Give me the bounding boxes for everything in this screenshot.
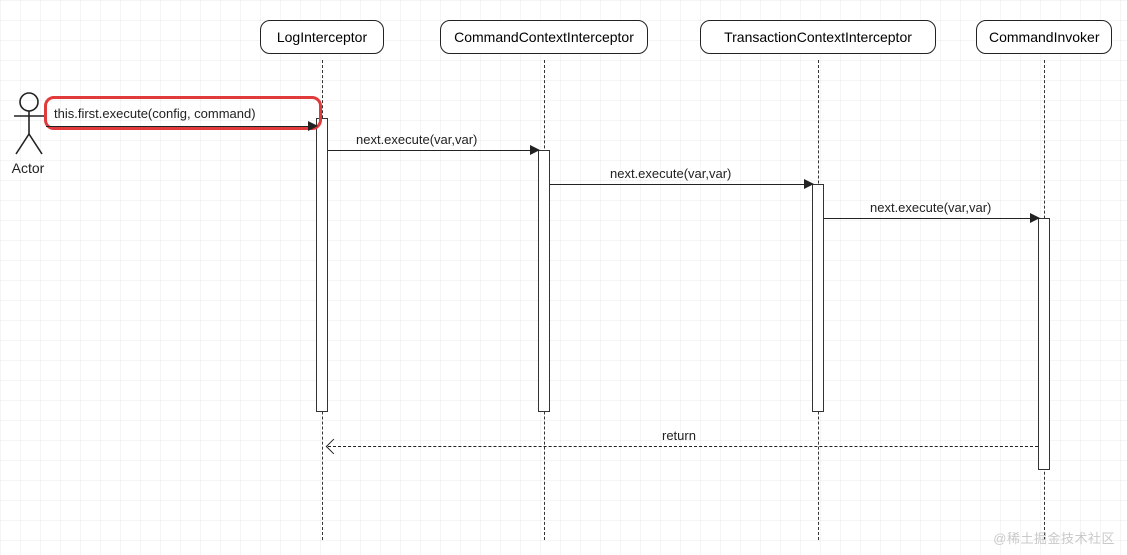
- arrowhead-right-icon: [1030, 213, 1040, 223]
- message-label-m5: return: [662, 428, 696, 443]
- actor-label: Actor: [12, 160, 45, 176]
- activation-p2: [538, 150, 550, 412]
- message-label-m4: next.execute(var,var): [870, 200, 991, 215]
- message-label-m2: next.execute(var,var): [356, 132, 477, 147]
- message-arrow-m4: [824, 218, 1038, 219]
- participant-loginterceptor: LogInterceptor: [260, 20, 384, 54]
- activation-p1: [316, 118, 328, 412]
- activation-p4: [1038, 218, 1050, 470]
- message-label-m1: this.first.execute(config, command): [54, 106, 256, 121]
- participant-commandcontextinterceptor: CommandContextInterceptor: [440, 20, 648, 54]
- watermark-text: @稀土掘金技术社区: [993, 528, 1115, 547]
- message-label-m3: next.execute(var,var): [610, 166, 731, 181]
- message-arrow-m5: [328, 446, 1038, 447]
- participant-commandinvoker: CommandInvoker: [976, 20, 1112, 54]
- arrowhead-right-icon: [308, 121, 318, 131]
- message-arrow-m1: [46, 126, 316, 127]
- arrowhead-right-icon: [804, 179, 814, 189]
- actor-figure: [12, 92, 46, 156]
- participant-label: TransactionContextInterceptor: [724, 29, 912, 45]
- activation-p3: [812, 184, 824, 412]
- participant-label: CommandInvoker: [989, 29, 1100, 45]
- actor-icon: [12, 92, 46, 156]
- arrowhead-left-icon: [326, 439, 342, 455]
- message-arrow-m2: [328, 150, 538, 151]
- participant-label: CommandContextInterceptor: [454, 29, 634, 45]
- sequence-diagram: Actor LogInterceptor CommandContextInter…: [0, 0, 1127, 555]
- participant-transactioncontextinterceptor: TransactionContextInterceptor: [700, 20, 936, 54]
- participant-label: LogInterceptor: [277, 29, 367, 45]
- message-arrow-m3: [550, 184, 812, 185]
- arrowhead-right-icon: [530, 145, 540, 155]
